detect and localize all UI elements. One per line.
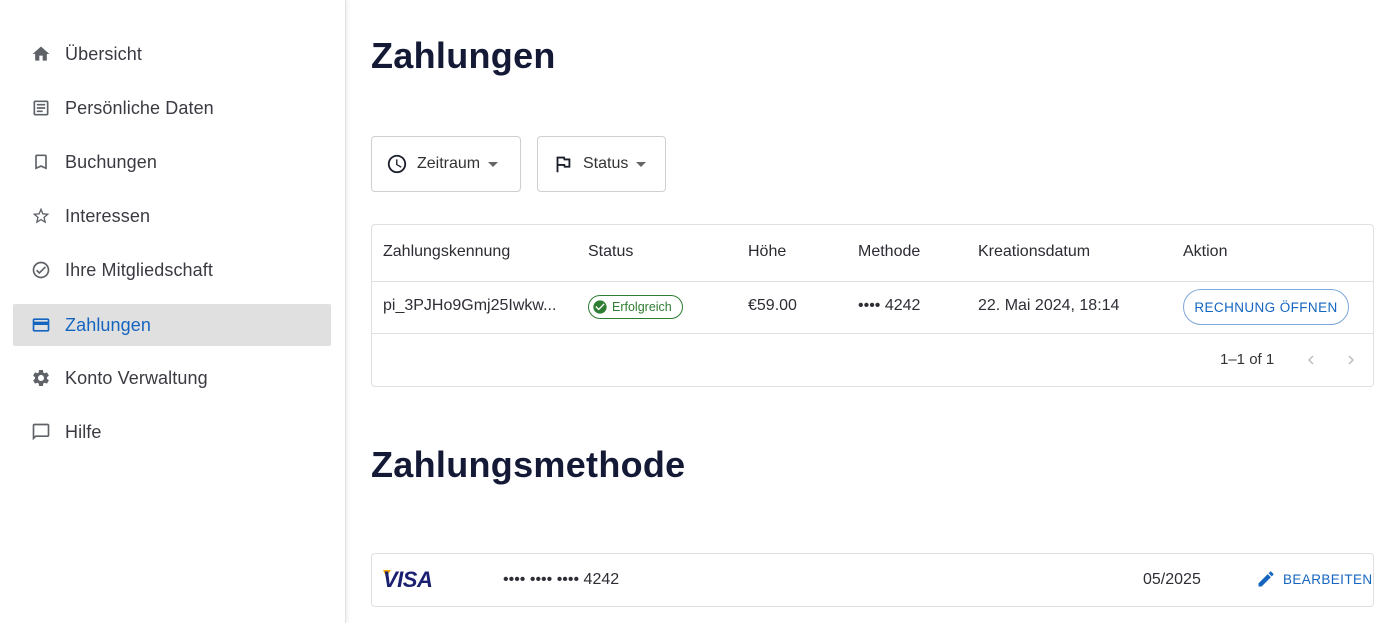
- sidebar-item-label: Ihre Mitgliedschaft: [65, 259, 213, 280]
- chevron-down-icon: [636, 161, 647, 167]
- chevron-right-icon: [1348, 355, 1354, 365]
- sidebar-item-hilfe[interactable]: Hilfe: [13, 411, 331, 453]
- star-icon: [30, 205, 52, 227]
- sidebar-item-label: Interessen: [65, 205, 151, 226]
- next-page-button[interactable]: [1341, 350, 1361, 370]
- credit-card-icon: [30, 314, 52, 336]
- column-header-status[interactable]: Status: [588, 243, 633, 261]
- document-icon: [30, 97, 52, 119]
- filter-status-button[interactable]: Status: [537, 136, 666, 192]
- sidebar-item-mitgliedschaft[interactable]: Ihre Mitgliedschaft: [13, 249, 331, 291]
- section-title-payment-method: Zahlungsmethode: [371, 444, 686, 485]
- filter-status-label: Status: [583, 155, 629, 172]
- home-icon: [30, 43, 52, 65]
- row-divider: [372, 333, 1373, 334]
- open-invoice-button[interactable]: RECHNUNG ÖFFNEN: [1183, 289, 1349, 325]
- clock-icon: [386, 153, 408, 175]
- sidebar-item-label: Buchungen: [65, 151, 157, 172]
- sidebar-item-interessen[interactable]: Interessen: [13, 195, 331, 237]
- chat-icon: [30, 421, 52, 443]
- payment-method-card: VISA •••• •••• •••• 4242 05/2025 BEARBEI…: [371, 553, 1374, 607]
- sidebar-item-label: Übersicht: [65, 43, 142, 64]
- card-number: •••• •••• •••• 4242: [503, 571, 620, 588]
- row-divider: [372, 281, 1373, 282]
- chevron-left-icon: [1308, 355, 1314, 365]
- sidebar-item-label: Zahlungen: [65, 314, 151, 335]
- column-header-method[interactable]: Methode: [858, 243, 920, 261]
- status-badge-label: Erfolgreich: [612, 300, 672, 314]
- payment-method: •••• 4242: [858, 297, 921, 314]
- gear-icon: [30, 367, 52, 389]
- previous-page-button[interactable]: [1301, 350, 1321, 370]
- filter-period-label: Zeitraum: [417, 155, 481, 172]
- status-badge: Erfolgreich: [588, 295, 683, 319]
- pagination-info: 1–1 of 1: [1220, 351, 1275, 368]
- flag-icon: [552, 153, 574, 175]
- sidebar-item-persoenliche-daten[interactable]: Persönliche Daten: [13, 87, 331, 129]
- column-header-amount[interactable]: Höhe: [748, 243, 786, 261]
- filter-period-button[interactable]: Zeitraum: [371, 136, 521, 192]
- payment-amount: €59.00: [748, 297, 797, 314]
- column-header-id[interactable]: Zahlungskennung: [383, 243, 510, 261]
- sidebar-item-zahlungen[interactable]: Zahlungen: [13, 304, 331, 346]
- chevron-down-icon: [488, 161, 499, 167]
- edit-button-label: BEARBEITEN: [1283, 571, 1373, 587]
- edit-payment-method-button[interactable]: BEARBEITEN: [1256, 569, 1373, 589]
- pencil-icon: [1258, 571, 1274, 587]
- column-header-created[interactable]: Kreationsdatum: [978, 243, 1090, 261]
- check-circle-icon: [30, 259, 52, 281]
- sidebar-item-label: Konto Verwaltung: [65, 367, 208, 388]
- payment-id: pi_3PJHo9Gmj25Iwkw...: [383, 297, 557, 314]
- check-circle-icon: [593, 300, 607, 314]
- bookmark-icon: [30, 151, 52, 173]
- payment-created: 22. Mai 2024, 18:14: [978, 297, 1120, 314]
- sidebar-item-label: Hilfe: [65, 421, 102, 442]
- card-expiry: 05/2025: [1143, 571, 1201, 588]
- sidebar: Übersicht Persönliche Daten Buchungen In…: [0, 0, 346, 623]
- visa-logo: VISA: [383, 567, 433, 592]
- sidebar-item-uebersicht[interactable]: Übersicht: [13, 33, 331, 75]
- sidebar-item-label: Persönliche Daten: [65, 97, 214, 118]
- column-header-action[interactable]: Aktion: [1183, 243, 1227, 261]
- sidebar-item-buchungen[interactable]: Buchungen: [13, 141, 331, 183]
- payments-table: Zahlungskennung Status Höhe Methode Krea…: [371, 224, 1374, 387]
- sidebar-item-konto-verwaltung[interactable]: Konto Verwaltung: [13, 357, 331, 399]
- page-title: Zahlungen: [371, 35, 556, 76]
